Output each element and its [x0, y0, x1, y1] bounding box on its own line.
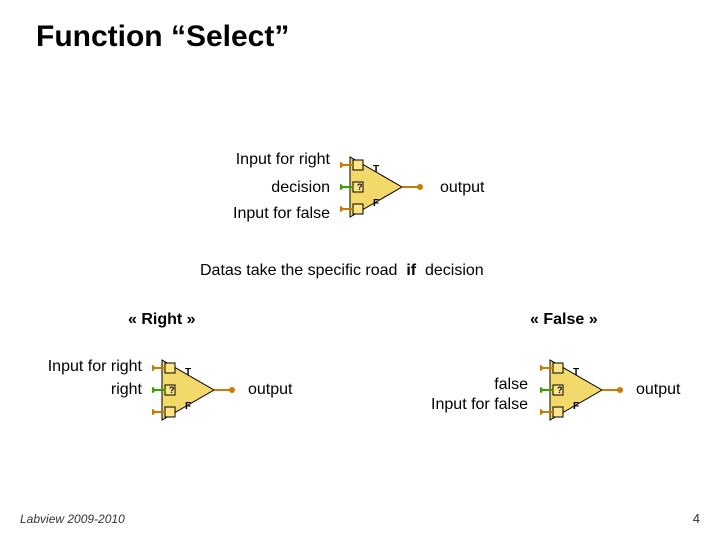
svg-text:?: ?	[557, 385, 563, 395]
select-icon-top: T ? F	[340, 152, 440, 222]
label-output-top: output	[440, 179, 484, 197]
label-output-right: output	[636, 381, 680, 399]
svg-text:F: F	[185, 401, 191, 412]
page-number: 4	[693, 511, 700, 526]
select-icon-left: T ? F	[152, 355, 252, 425]
datas-text1: Datas take the specific road	[200, 262, 397, 279]
slide-title: Function “Select”	[36, 20, 289, 54]
svg-text:T: T	[573, 367, 579, 378]
svg-text:T: T	[373, 164, 379, 175]
label-input-right-top: Input for right	[200, 151, 330, 169]
label-input-false-right: Input for false	[400, 396, 528, 414]
label-decision-top: decision	[200, 179, 330, 197]
label-input-right-left: Input for right	[14, 358, 142, 376]
label-right-left: right	[14, 381, 142, 399]
datas-if: if	[406, 262, 416, 279]
label-input-false-top: Input for false	[200, 205, 330, 223]
label-output-left: output	[248, 381, 292, 399]
select-icon-right: T ? F	[540, 355, 640, 425]
footer-text: Labview 2009-2010	[20, 512, 125, 526]
svg-text:T: T	[185, 367, 191, 378]
svg-text:?: ?	[169, 385, 175, 395]
label-false-right: false	[400, 376, 528, 394]
svg-text:F: F	[573, 401, 579, 412]
datas-text3: decision	[425, 262, 484, 279]
heading-right: « Right »	[128, 311, 196, 329]
heading-false: « False »	[530, 311, 598, 329]
svg-text:?: ?	[357, 182, 363, 192]
svg-text:F: F	[373, 198, 379, 209]
